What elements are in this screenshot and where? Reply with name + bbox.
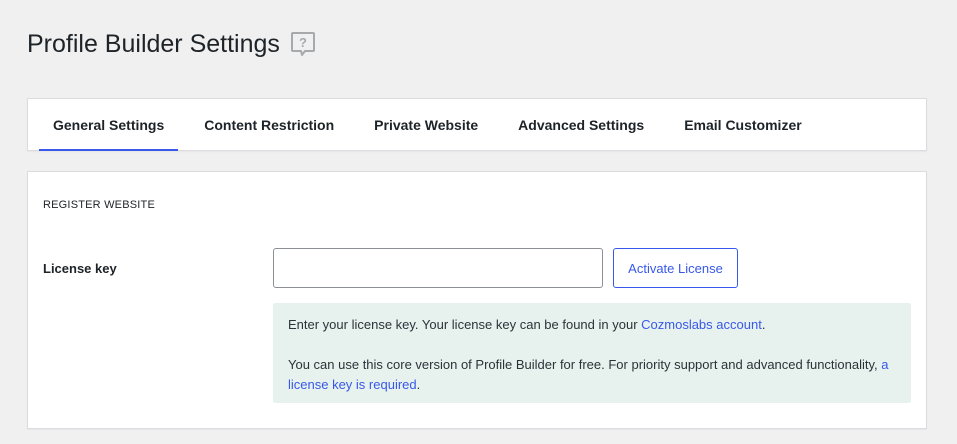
license-key-input[interactable] [273,248,603,288]
svg-text:?: ? [299,35,307,50]
tab-private-website[interactable]: Private Website [360,99,492,150]
cozmoslabs-account-link[interactable]: Cozmoslabs account [641,317,762,332]
section-heading: REGISTER WEBSITE [43,199,155,211]
notice-line-1: Enter your license key. Your license key… [288,315,896,335]
register-website-card: REGISTER WEBSITE License key Activate Li… [27,171,927,429]
help-speech-bubble-icon[interactable]: ? [290,31,316,57]
notice-line-1-text: Enter your license key. Your license key… [288,317,642,332]
settings-page: Profile Builder Settings ? General Setti… [0,0,957,444]
activate-license-button[interactable]: Activate License [613,248,738,288]
page-title: Profile Builder Settings [27,30,280,58]
notice-line-2-suffix: . [416,377,421,392]
notice-line-1-suffix: . [761,317,766,332]
license-key-label: License key [43,261,117,276]
settings-tabs: General Settings Content Restriction Pri… [27,98,927,151]
notice-line-2: You can use this core version of Profile… [288,355,896,395]
tab-general-settings[interactable]: General Settings [39,99,179,151]
license-notice: Enter your license key. Your license key… [273,303,911,403]
tab-content-restriction[interactable]: Content Restriction [190,99,348,150]
title-row: Profile Builder Settings ? [27,28,316,60]
notice-line-2-text: You can use this core version of Profile… [288,357,882,372]
tab-advanced-settings[interactable]: Advanced Settings [504,99,658,150]
tab-email-customizer[interactable]: Email Customizer [670,99,815,150]
